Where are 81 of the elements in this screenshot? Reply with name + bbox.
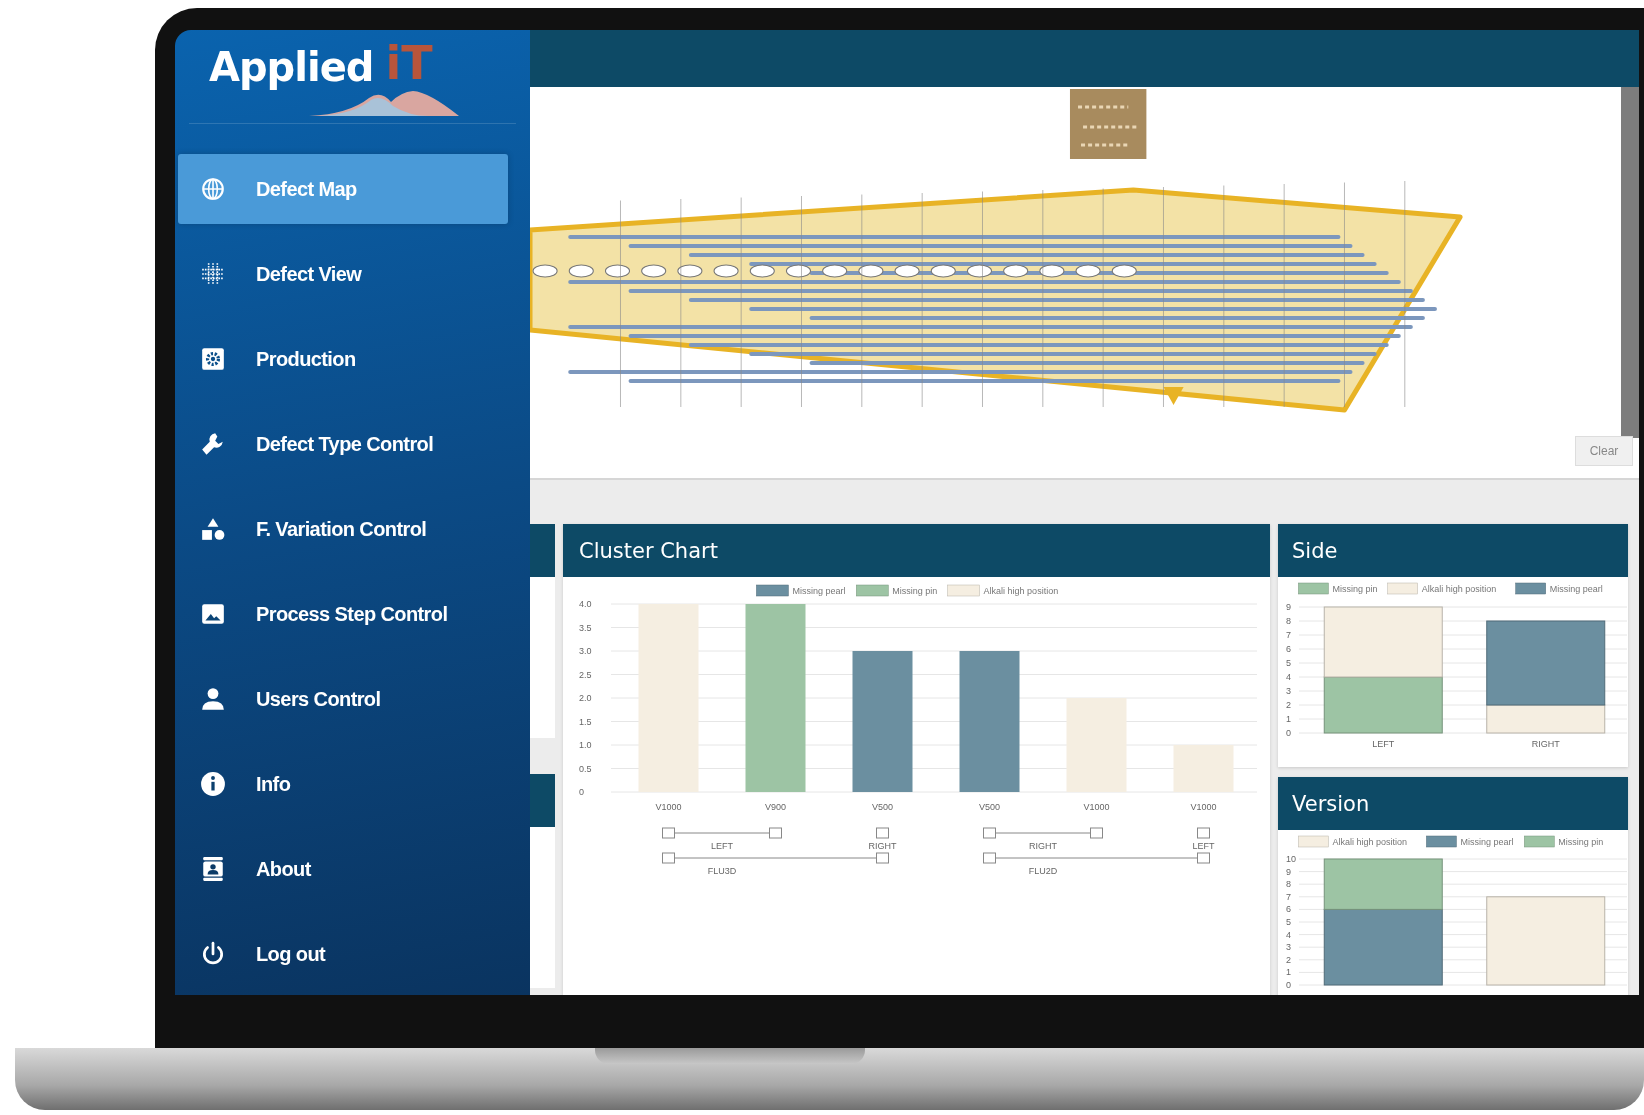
axis-label: LEFT: [1372, 739, 1395, 749]
axis-group-label: FLU2D: [1028, 866, 1058, 876]
axis-tick-label: 0.5: [579, 763, 592, 774]
legend-label: Missing pin: [892, 586, 938, 596]
axis-group-label: RIGHT: [1029, 841, 1057, 851]
axis-tick-label: 1: [1286, 967, 1291, 978]
legend-label: Alkali high position: [1332, 837, 1407, 847]
axis-tick-label: 3: [1286, 686, 1291, 696]
gear-icon: [200, 346, 226, 372]
legend-label: Missing pin: [1332, 584, 1378, 594]
axis-label: V900: [765, 802, 786, 812]
axis-tick-label: 5: [1286, 658, 1291, 668]
wrench-icon: [200, 431, 226, 457]
axis-group-label: FLU3D: [707, 866, 737, 876]
axis-tick-label: 8: [1286, 879, 1291, 890]
axis-tick-label: 4: [1286, 672, 1291, 682]
axis-tick-label: 6: [1286, 904, 1291, 915]
axis-tick-label: 2: [1286, 954, 1291, 965]
axis-tick-label: 1.5: [579, 716, 592, 727]
axis-tick-label: 2.0: [579, 693, 592, 703]
legend-label: Alkali high position: [983, 586, 1059, 596]
axis-group-label: LEFT: [711, 841, 733, 851]
shapes-icon: [200, 516, 226, 542]
legend-label: Alkali high position: [1421, 584, 1497, 594]
bar: [1173, 745, 1234, 792]
user-icon: [200, 686, 226, 712]
nav-item[interactable]: Process Step Control: [178, 579, 508, 649]
nav-item[interactable]: Users Control: [178, 664, 508, 734]
scrollbar[interactable]: [1621, 87, 1639, 438]
legend-label: Missing pearl: [1460, 837, 1514, 847]
legend-label: Missing pearl: [792, 586, 846, 596]
nav-item[interactable]: Defect Type Control: [178, 409, 508, 479]
axis-label: V1000: [1083, 802, 1110, 812]
axis-tick-label: 0: [579, 787, 584, 797]
legend-label: Missing pearl: [1549, 584, 1603, 594]
axis-tick-label: 4: [1286, 929, 1291, 940]
axis-tick-label: 2: [1286, 700, 1291, 710]
axis-label: V500: [872, 802, 893, 812]
axis-tick-label: 0: [1286, 980, 1291, 990]
nav-item[interactable]: Defect View: [178, 239, 508, 309]
info-icon: [200, 771, 226, 797]
axis-tick-label: 1: [1286, 714, 1291, 724]
axis-tick-label: 3.5: [579, 622, 592, 633]
axis-bracket: [876, 827, 889, 839]
power-icon: [200, 941, 226, 967]
id-card-icon: [200, 856, 226, 882]
nav-item[interactable]: Info: [178, 749, 508, 819]
axis-label: RIGHT: [1531, 739, 1560, 749]
axis-label: V1000: [655, 802, 682, 812]
card-title: Cluster Chart: [579, 538, 718, 563]
card-title: Version: [1292, 791, 1370, 816]
axis-label: V500: [979, 802, 1000, 812]
axis-tick-label: 6: [1286, 644, 1291, 654]
axis-tick-label: 3: [1286, 942, 1291, 953]
nav-item[interactable]: Log out: [178, 919, 508, 989]
axis-tick-label: 4.0: [579, 599, 592, 609]
globe-icon: [200, 176, 226, 202]
axis-tick-label: 7: [1286, 630, 1291, 640]
axis-tick-label: 0: [1286, 728, 1291, 738]
axis-tick-label: 7: [1286, 891, 1291, 902]
axis-tick-label: 8: [1286, 616, 1291, 626]
axis-tick-label: 3.0: [579, 646, 592, 656]
logo-word: Applied: [209, 44, 374, 90]
grid-icon: [200, 261, 226, 287]
axis-label: V1000: [1190, 802, 1217, 812]
image-icon: [200, 601, 226, 627]
legend-label: Missing pin: [1558, 837, 1604, 847]
axis-bracket: [1197, 827, 1210, 839]
nav-item[interactable]: F. Variation Control: [178, 494, 508, 564]
logo-mark: iT: [385, 36, 433, 90]
axis-group-label: RIGHT: [868, 841, 897, 851]
nav-item[interactable]: Production: [178, 324, 508, 394]
axis-tick-label: 9: [1286, 602, 1291, 612]
axis-tick-label: 5: [1286, 917, 1291, 927]
axis-tick-label: 1.0: [579, 740, 592, 750]
axis-group-label: LEFT: [1192, 841, 1215, 851]
axis-tick-label: 2.5: [579, 669, 592, 680]
axis-tick-label: 10: [1286, 854, 1296, 864]
nav-item[interactable]: About: [178, 834, 508, 904]
card-title: Side: [1292, 538, 1338, 563]
axis-tick-label: 9: [1286, 866, 1291, 877]
